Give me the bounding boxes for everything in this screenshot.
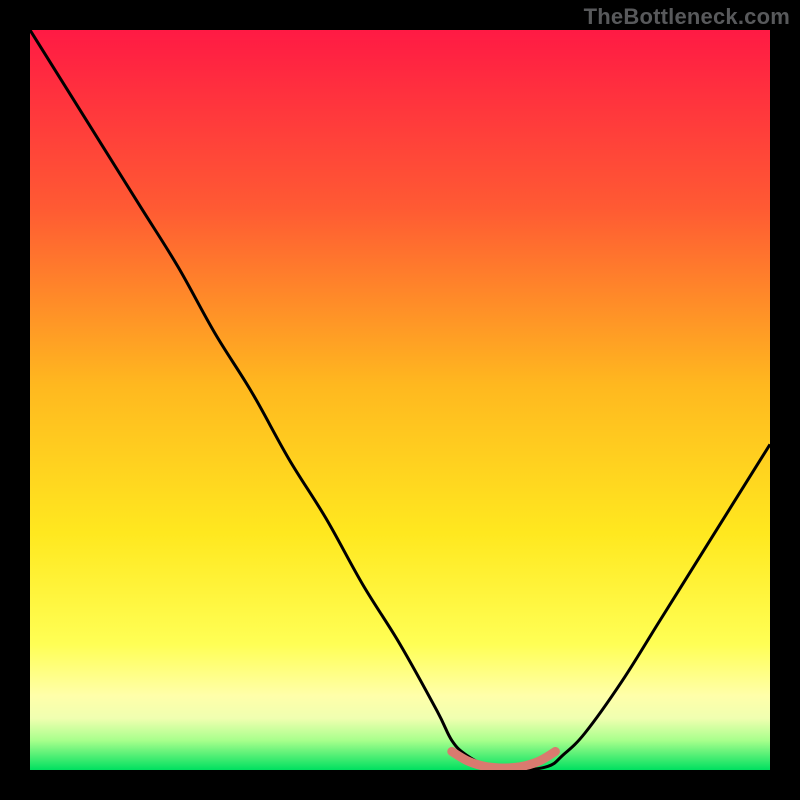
chart-frame: TheBottleneck.com [0,0,800,800]
gradient-background [30,30,770,770]
watermark-text: TheBottleneck.com [584,4,790,30]
plot-area [30,30,770,770]
bottleneck-chart [30,30,770,770]
